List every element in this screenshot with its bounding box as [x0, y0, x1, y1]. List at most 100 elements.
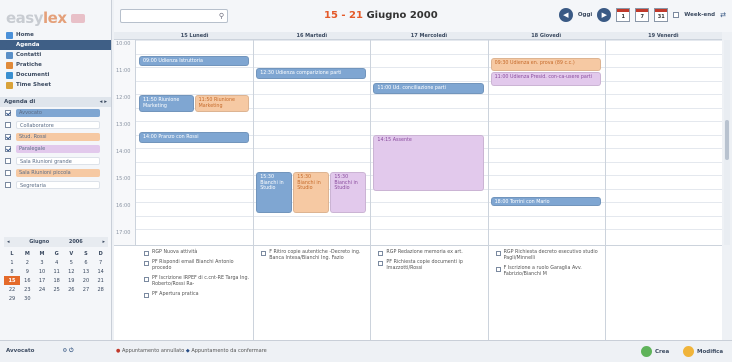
task-checkbox[interactable]	[378, 261, 384, 266]
mini-day[interactable]: 11	[49, 267, 64, 276]
calendar-event[interactable]: 18:00 Torrini con Mario	[490, 196, 601, 207]
mini-day[interactable]: 23	[20, 285, 35, 294]
mini-day[interactable]: 29	[4, 294, 20, 303]
calendar-event[interactable]: 09:00 Udienza Istruttoria	[139, 56, 250, 66]
calendar-row[interactable]: Stud. Rossi	[0, 131, 111, 143]
calendar-checkbox[interactable]	[5, 170, 11, 176]
panel-arrows-icon[interactable]: ◂ ▸	[100, 99, 107, 105]
mini-day[interactable]: 26	[64, 285, 79, 294]
task-item[interactable]: RGP Redazione memoria ex art.	[378, 250, 487, 256]
search-input[interactable]: ⚲	[120, 9, 228, 23]
weekend-checkbox[interactable]	[673, 12, 680, 18]
calendar-event[interactable]: 09:30 Udienza en. prova (89 c.c.)	[490, 57, 601, 72]
calendar-event[interactable]: 14:15 Assente	[373, 134, 484, 192]
mini-day[interactable]: 21	[93, 276, 108, 285]
calendar-checkbox[interactable]	[5, 146, 11, 152]
task-item[interactable]: F Iscrizione a ruolo Garaglia Avv. Fabri…	[495, 266, 605, 278]
calendar-row[interactable]: Sala Riunioni grande	[0, 155, 111, 167]
calendar-row[interactable]: Avvocato	[0, 107, 111, 119]
task-checkbox[interactable]	[144, 277, 149, 282]
task-item[interactable]: RGP Nuova attività	[144, 250, 253, 256]
mini-day[interactable]: 19	[64, 276, 79, 285]
mini-day[interactable]: 12	[64, 267, 79, 276]
mini-day[interactable]: 9	[20, 267, 35, 276]
task-item[interactable]: PF Iscrizione IRPEF di c.cnt-RE Targa In…	[144, 276, 253, 288]
day-header[interactable]: 17 Mercoledì	[370, 32, 487, 39]
task-checkbox[interactable]	[144, 293, 149, 298]
nav-item-documenti[interactable]: Documenti	[0, 70, 111, 80]
edit-button[interactable]: Modifica	[683, 346, 723, 357]
calendar-event[interactable]: 15:30 Bianchi in Studio	[293, 172, 330, 213]
mini-day[interactable]: 13	[79, 267, 94, 276]
calendar-row[interactable]: Sala Riunioni piccola	[0, 167, 111, 179]
mini-calendar-year[interactable]: 2006	[69, 239, 83, 245]
swap-icon[interactable]: ⇄	[720, 11, 726, 19]
mini-day[interactable]: 14	[93, 267, 108, 276]
mini-day[interactable]: 4	[49, 258, 64, 267]
nav-item-time-sheet[interactable]: Time Sheet	[0, 80, 111, 90]
calendar-row[interactable]: Paralegale	[0, 143, 111, 155]
task-checkbox[interactable]	[495, 267, 501, 272]
mini-day[interactable]: 7	[93, 258, 108, 267]
mini-day[interactable]: 6	[79, 258, 94, 267]
task-item[interactable]: F Ritiro copie autentiche -Decreto ing. …	[261, 250, 370, 262]
task-checkbox[interactable]	[144, 251, 149, 256]
mini-day[interactable]: 25	[49, 285, 64, 294]
mini-day[interactable]: 15	[4, 276, 21, 285]
task-checkbox[interactable]	[261, 251, 267, 256]
search-icon[interactable]: ⚲	[219, 12, 224, 20]
calendar-checkbox[interactable]	[5, 110, 11, 116]
task-checkbox[interactable]	[495, 251, 501, 256]
day-header[interactable]: 18 Giovedì	[488, 32, 605, 39]
calendar-event[interactable]: 14:00 Pranzo con Rossi	[139, 131, 250, 143]
new-button[interactable]: Crea	[641, 346, 669, 357]
calendar-checkbox[interactable]	[5, 134, 11, 140]
calendar-event[interactable]: 11:00 Udienza Presid. con-ca-usere parti	[490, 72, 601, 86]
mini-day[interactable]: 8	[4, 267, 20, 276]
today-button[interactable]: Oggi	[578, 12, 592, 18]
mini-day[interactable]: 24	[35, 285, 50, 294]
day-header[interactable]: 16 Martedì	[253, 32, 370, 39]
mini-day[interactable]: 28	[93, 285, 108, 294]
mini-day[interactable]: 20	[79, 276, 94, 285]
task-checkbox[interactable]	[378, 251, 384, 256]
next-month-icon[interactable]: ▸	[102, 239, 105, 245]
grid-scrollbar[interactable]	[724, 40, 730, 245]
mini-day[interactable]: 16	[20, 276, 35, 285]
calendar-event[interactable]: 11:00 Ud. conciliazione parti	[373, 83, 484, 94]
task-item[interactable]: RGP Richiesta decreto esecutivo studio P…	[495, 250, 605, 262]
calendar-checkbox[interactable]	[5, 158, 11, 164]
scrollbar-thumb[interactable]	[725, 120, 729, 160]
mini-day[interactable]: 10	[35, 267, 50, 276]
calendar-event[interactable]: 15:30 Bianchi in Studio	[330, 172, 367, 213]
day-view-button[interactable]: 1	[616, 8, 631, 22]
mini-day[interactable]: 18	[49, 276, 64, 285]
calendar-row[interactable]: Collaboratore	[0, 119, 111, 131]
day-header[interactable]: 15 Lunedì	[136, 32, 253, 39]
month-view-button[interactable]: 31	[654, 8, 669, 22]
mini-day[interactable]: 5	[64, 258, 79, 267]
day-header[interactable]: 19 Venerdì	[605, 32, 722, 39]
next-week-icon[interactable]: ▶	[597, 8, 612, 22]
mini-day[interactable]: 3	[35, 258, 50, 267]
week-view-button[interactable]: 7	[635, 8, 650, 22]
mini-day[interactable]: 22	[4, 285, 20, 294]
calendar-checkbox[interactable]	[5, 122, 11, 128]
calendar-row[interactable]: Segretaria	[0, 179, 111, 191]
mini-day[interactable]: 17	[35, 276, 50, 285]
calendar-event[interactable]: 12:30 Udienza comparizione parti	[256, 68, 367, 80]
calendar-event[interactable]: 11:50 Riunione Marketing	[194, 95, 250, 112]
task-checkbox[interactable]	[144, 261, 149, 266]
calendar-checkbox[interactable]	[5, 182, 11, 188]
mini-day[interactable]: 2	[20, 258, 35, 267]
task-item[interactable]: PF Richiesta copie documenti ip Imazzott…	[378, 260, 487, 272]
nav-item-home[interactable]: Home	[0, 30, 111, 40]
task-item[interactable]: PF Apertura pratica	[144, 292, 253, 298]
mini-day[interactable]: 1	[4, 258, 20, 267]
week-grid[interactable]: 10:00 11:00 12:00 13:00 14:00 15:00 16:00 17:00…	[114, 40, 722, 245]
nav-item-pratiche[interactable]: Pratiche	[0, 60, 111, 70]
prev-week-icon[interactable]: ◀	[558, 8, 573, 22]
task-item[interactable]: PF Rispondi email Bianchi Antonio proced…	[144, 260, 253, 272]
calendar-event[interactable]: 11:50 Riunione Marketing	[139, 95, 194, 112]
mini-day[interactable]: 30	[20, 294, 35, 303]
